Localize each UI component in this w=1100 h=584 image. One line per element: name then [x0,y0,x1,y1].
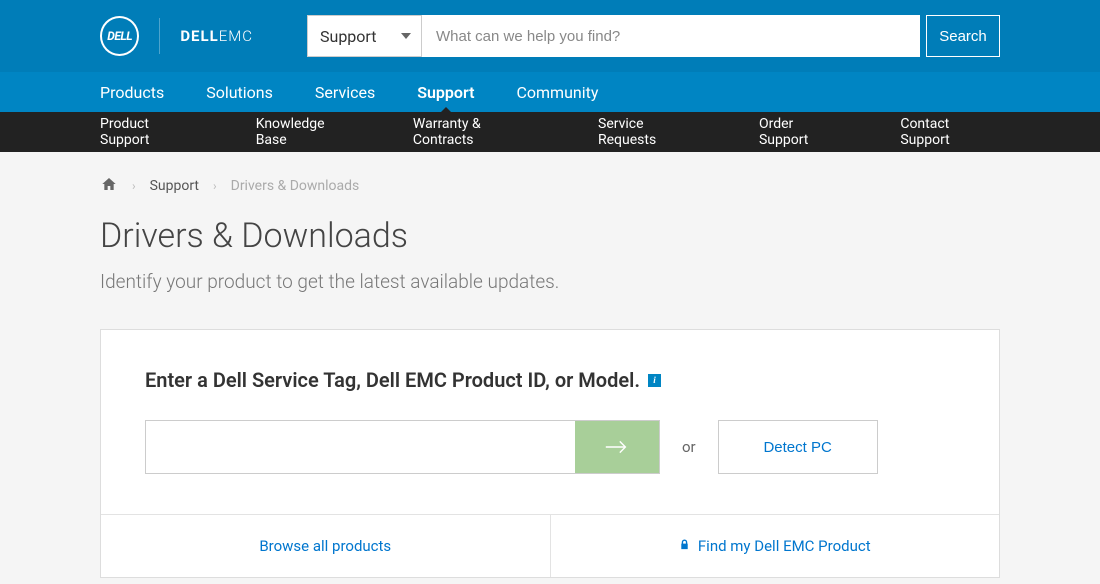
page-subtitle: Identify your product to get the latest … [100,270,1000,293]
nav-community[interactable]: Community [516,83,598,102]
service-tag-input[interactable] [146,421,575,473]
dell-logo-text: DELL [107,29,132,43]
find-emc-label: Find my Dell EMC Product [698,537,871,555]
info-icon[interactable]: i [648,374,661,387]
browse-all-products-link[interactable]: Browse all products [101,515,550,577]
nav-products[interactable]: Products [100,83,164,102]
dell-logo[interactable]: DELL [100,16,139,56]
chevron-right-icon: › [213,179,217,193]
browse-row: Browse all products Find my Dell EMC Pro… [101,514,999,577]
card-heading: Enter a Dell Service Tag, Dell EMC Produ… [145,368,955,392]
search-category-label: Support [320,27,376,46]
nav-solutions[interactable]: Solutions [206,83,273,102]
card-heading-text: Enter a Dell Service Tag, Dell EMC Produ… [145,368,640,392]
subnav-service-requests[interactable]: Service Requests [598,116,703,148]
subnav-knowledge-base[interactable]: Knowledge Base [256,116,357,148]
logo-divider [159,18,160,54]
search-category-select[interactable]: Support [307,15,422,57]
top-bar: DELL DELLEMC Support Search [0,0,1100,72]
dellemc-logo[interactable]: DELLEMC [180,27,253,45]
page-title: Drivers & Downloads [100,216,1000,256]
breadcrumb-current: Drivers & Downloads [231,178,360,194]
subnav-product-support[interactable]: Product Support [100,116,200,148]
nav-services[interactable]: Services [315,83,375,102]
arrow-right-icon [603,437,631,457]
chevron-right-icon: › [132,179,136,193]
breadcrumb-support[interactable]: Support [150,178,199,194]
detect-pc-button[interactable]: Detect PC [718,420,878,474]
lookup-row: or Detect PC [145,420,955,474]
or-label: or [682,438,696,456]
chevron-down-icon [401,33,411,39]
home-icon[interactable] [100,176,118,196]
content-area: › Support › Drivers & Downloads Drivers … [0,152,1100,578]
breadcrumb: › Support › Drivers & Downloads [100,152,1000,216]
search-input[interactable] [422,15,920,57]
nav-support[interactable]: Support [417,83,474,102]
subnav-order-support[interactable]: Order Support [759,116,844,148]
find-emc-product-link[interactable]: Find my Dell EMC Product [550,515,1000,577]
main-nav: Products Solutions Services Support Comm… [0,72,1100,112]
sub-nav: Product Support Knowledge Base Warranty … [0,112,1100,152]
search-button[interactable]: Search [926,15,1000,57]
lookup-box [145,420,660,474]
subnav-contact-support[interactable]: Contact Support [900,116,1000,148]
browse-all-label: Browse all products [259,537,391,555]
subnav-warranty-contracts[interactable]: Warranty & Contracts [413,116,542,148]
lock-icon [679,537,690,555]
lookup-card: Enter a Dell Service Tag, Dell EMC Produ… [100,329,1000,578]
submit-button[interactable] [575,421,659,473]
search-group: Support Search [307,15,1000,57]
